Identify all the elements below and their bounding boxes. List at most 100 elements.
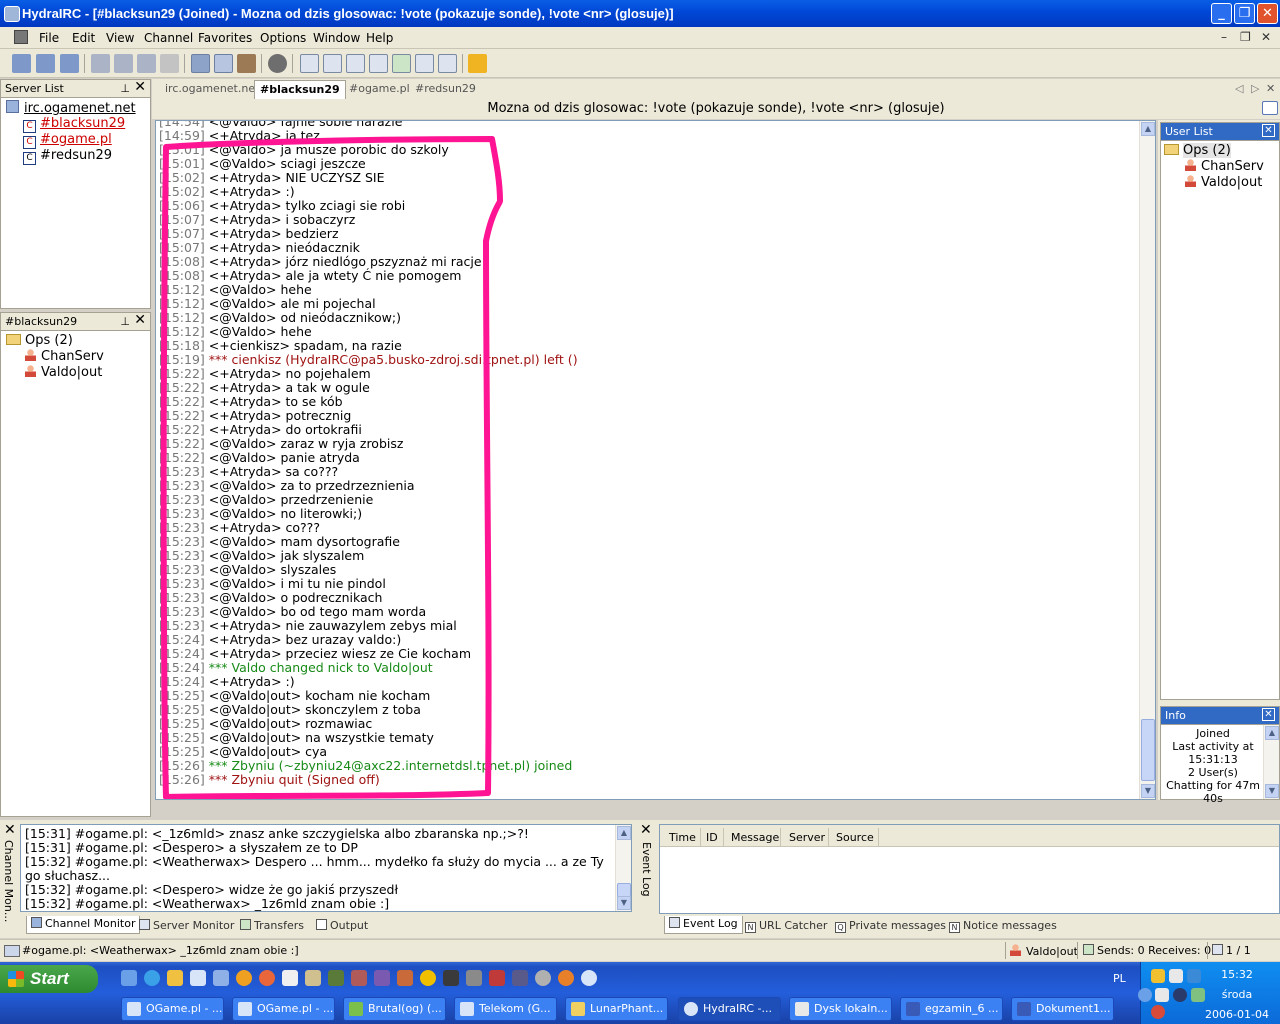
connect-icon[interactable] bbox=[12, 54, 31, 73]
quicklaunch-icon[interactable] bbox=[213, 970, 229, 986]
quicklaunch-icon[interactable] bbox=[328, 970, 344, 986]
close-icon[interactable]: ✕ bbox=[1262, 124, 1275, 137]
channel-monitor-log[interactable]: [15:31] #ogame.pl: <_1z6mld> znasz anke … bbox=[20, 824, 632, 912]
quicklaunch-icon[interactable] bbox=[374, 970, 390, 986]
tray-icon[interactable] bbox=[1151, 1005, 1165, 1019]
disconnect-icon[interactable] bbox=[60, 54, 79, 73]
scroll-down-icon[interactable]: ▼ bbox=[1265, 784, 1279, 798]
scroll-up-icon[interactable]: ▲ bbox=[617, 826, 631, 840]
pin-icon[interactable]: ⊥ bbox=[120, 80, 130, 97]
quicklaunch-icon[interactable] bbox=[581, 970, 597, 986]
quicklaunch-icon[interactable] bbox=[443, 970, 459, 986]
tab-transfers[interactable]: Transfers bbox=[240, 919, 304, 932]
gear-icon[interactable] bbox=[268, 54, 287, 73]
event-log-table[interactable]: Time ID Message Server Source bbox=[659, 824, 1280, 914]
tab-notice-messages[interactable]: N Notice messages bbox=[949, 919, 1057, 933]
transfers-icon[interactable] bbox=[392, 54, 411, 73]
menu-favorites[interactable]: Favorites bbox=[198, 31, 252, 45]
monitor-scrollbar[interactable]: ▲ ▼ bbox=[615, 825, 631, 911]
tab-scroll-left-icon[interactable]: ◁ bbox=[1235, 82, 1243, 95]
channel-node-blacksun29[interactable]: C #blacksun29 bbox=[23, 116, 125, 133]
server-node[interactable]: irc.ogamenet.net bbox=[6, 100, 136, 116]
task-button[interactable]: Telekom (G... bbox=[454, 997, 557, 1021]
chat-log[interactable]: [14:54] <@Valdo> fajnie sobie narazie [14… bbox=[155, 120, 1156, 800]
close-icon[interactable]: ✕ bbox=[640, 822, 652, 838]
shield-icon[interactable] bbox=[1151, 969, 1165, 983]
tray-icon[interactable] bbox=[1169, 969, 1183, 983]
tray-icon[interactable] bbox=[1155, 988, 1169, 1002]
tab-output[interactable]: Output bbox=[316, 919, 368, 932]
close-icon[interactable]: ✕ bbox=[4, 822, 16, 838]
arrange-icon[interactable] bbox=[160, 54, 179, 73]
lightning-icon[interactable] bbox=[468, 54, 487, 73]
tab-scroll-right-icon[interactable]: ▷ bbox=[1251, 82, 1259, 95]
tab-event-log[interactable]: Event Log bbox=[664, 916, 743, 934]
clock[interactable]: 15:32 środa 2006-01-04 bbox=[1197, 968, 1277, 1022]
tab-redsun29[interactable]: #redsun29 bbox=[415, 82, 476, 95]
tab-server[interactable]: irc.ogamenet.net bbox=[165, 82, 259, 95]
quicklaunch-icon[interactable] bbox=[512, 970, 528, 986]
menu-channel[interactable]: Channel bbox=[144, 31, 193, 45]
chat-scrollbar[interactable]: ▲ ▼ bbox=[1139, 121, 1155, 799]
mdi-minimize-button[interactable]: – bbox=[1221, 30, 1227, 44]
internet-explorer-icon[interactable] bbox=[144, 970, 160, 986]
output-icon[interactable] bbox=[323, 54, 342, 73]
tile-horizontal-icon[interactable] bbox=[137, 54, 156, 73]
tab-server-monitor[interactable]: Server Monitor bbox=[139, 919, 234, 932]
cascade-icon[interactable] bbox=[91, 54, 110, 73]
user-item[interactable]: ChanServ bbox=[25, 349, 104, 364]
task-button-active[interactable]: HydraIRC -... bbox=[678, 997, 781, 1021]
scroll-up-icon[interactable]: ▲ bbox=[1141, 122, 1155, 136]
user-item[interactable]: Valdo|out bbox=[1185, 175, 1262, 190]
server-monitor-icon[interactable] bbox=[369, 54, 388, 73]
quicklaunch-icon[interactable] bbox=[259, 970, 275, 986]
mdi-child-icon[interactable] bbox=[14, 30, 28, 44]
close-icon[interactable]: ✕ bbox=[134, 79, 146, 96]
menu-file[interactable]: File bbox=[39, 31, 59, 45]
messenger-icon[interactable] bbox=[236, 970, 252, 986]
ops-group[interactable]: Ops (2) bbox=[6, 333, 73, 348]
user-list-icon[interactable] bbox=[438, 54, 457, 73]
scroll-thumb[interactable] bbox=[617, 883, 631, 897]
close-icon[interactable]: ✕ bbox=[1262, 708, 1275, 721]
tile-vertical-icon[interactable] bbox=[114, 54, 133, 73]
column-source[interactable]: Source bbox=[836, 831, 874, 844]
pin-icon[interactable]: ⊥ bbox=[120, 313, 130, 330]
column-message[interactable]: Message bbox=[731, 831, 779, 844]
tray-icon[interactable] bbox=[1173, 988, 1187, 1002]
menu-help[interactable]: Help bbox=[366, 31, 393, 45]
quicklaunch-icon[interactable] bbox=[397, 970, 413, 986]
users-icon[interactable] bbox=[191, 54, 210, 73]
chevron-left-icon[interactable] bbox=[1138, 988, 1152, 1002]
scroll-thumb[interactable] bbox=[1141, 719, 1155, 781]
task-button[interactable]: LunarPhant... bbox=[565, 997, 668, 1021]
user-item[interactable]: ChanServ bbox=[1185, 159, 1264, 174]
scroll-up-icon[interactable]: ▲ bbox=[1265, 726, 1279, 740]
column-server[interactable]: Server bbox=[789, 831, 825, 844]
column-id[interactable]: ID bbox=[706, 831, 718, 844]
event-log-icon[interactable] bbox=[415, 54, 434, 73]
scroll-down-icon[interactable]: ▼ bbox=[1141, 784, 1155, 798]
firefox-icon[interactable] bbox=[558, 970, 574, 986]
info-scrollbar[interactable]: ▲ ▼ bbox=[1263, 725, 1279, 799]
quicklaunch-icon[interactable] bbox=[351, 970, 367, 986]
reconnect-icon[interactable] bbox=[36, 54, 55, 73]
user-item[interactable]: Valdo|out bbox=[25, 365, 102, 380]
channel-node-ogame[interactable]: C #ogame.pl bbox=[23, 132, 112, 149]
quicklaunch-icon[interactable] bbox=[466, 970, 482, 986]
channel-monitor-icon[interactable] bbox=[346, 54, 365, 73]
menu-options[interactable]: Options bbox=[260, 31, 306, 45]
mdi-restore-button[interactable]: ❐ bbox=[1240, 30, 1251, 44]
task-button[interactable]: Dokument1... bbox=[1011, 997, 1114, 1021]
quicklaunch-icon[interactable] bbox=[420, 970, 436, 986]
maximize-button[interactable]: ❐ bbox=[1234, 3, 1255, 24]
quicklaunch-icon[interactable] bbox=[305, 970, 321, 986]
ops-group[interactable]: Ops (2) bbox=[1164, 143, 1231, 158]
tab-ogame[interactable]: #ogame.pl bbox=[349, 82, 410, 95]
mdi-close-button[interactable]: ✕ bbox=[1261, 30, 1271, 44]
start-button[interactable]: Start bbox=[0, 965, 98, 993]
media-player-icon[interactable] bbox=[190, 970, 206, 986]
task-button[interactable]: egzamin_6 ... bbox=[900, 997, 1003, 1021]
channel-node-redsun29[interactable]: C #redsun29 bbox=[23, 148, 112, 165]
quicklaunch-icon[interactable] bbox=[167, 970, 183, 986]
